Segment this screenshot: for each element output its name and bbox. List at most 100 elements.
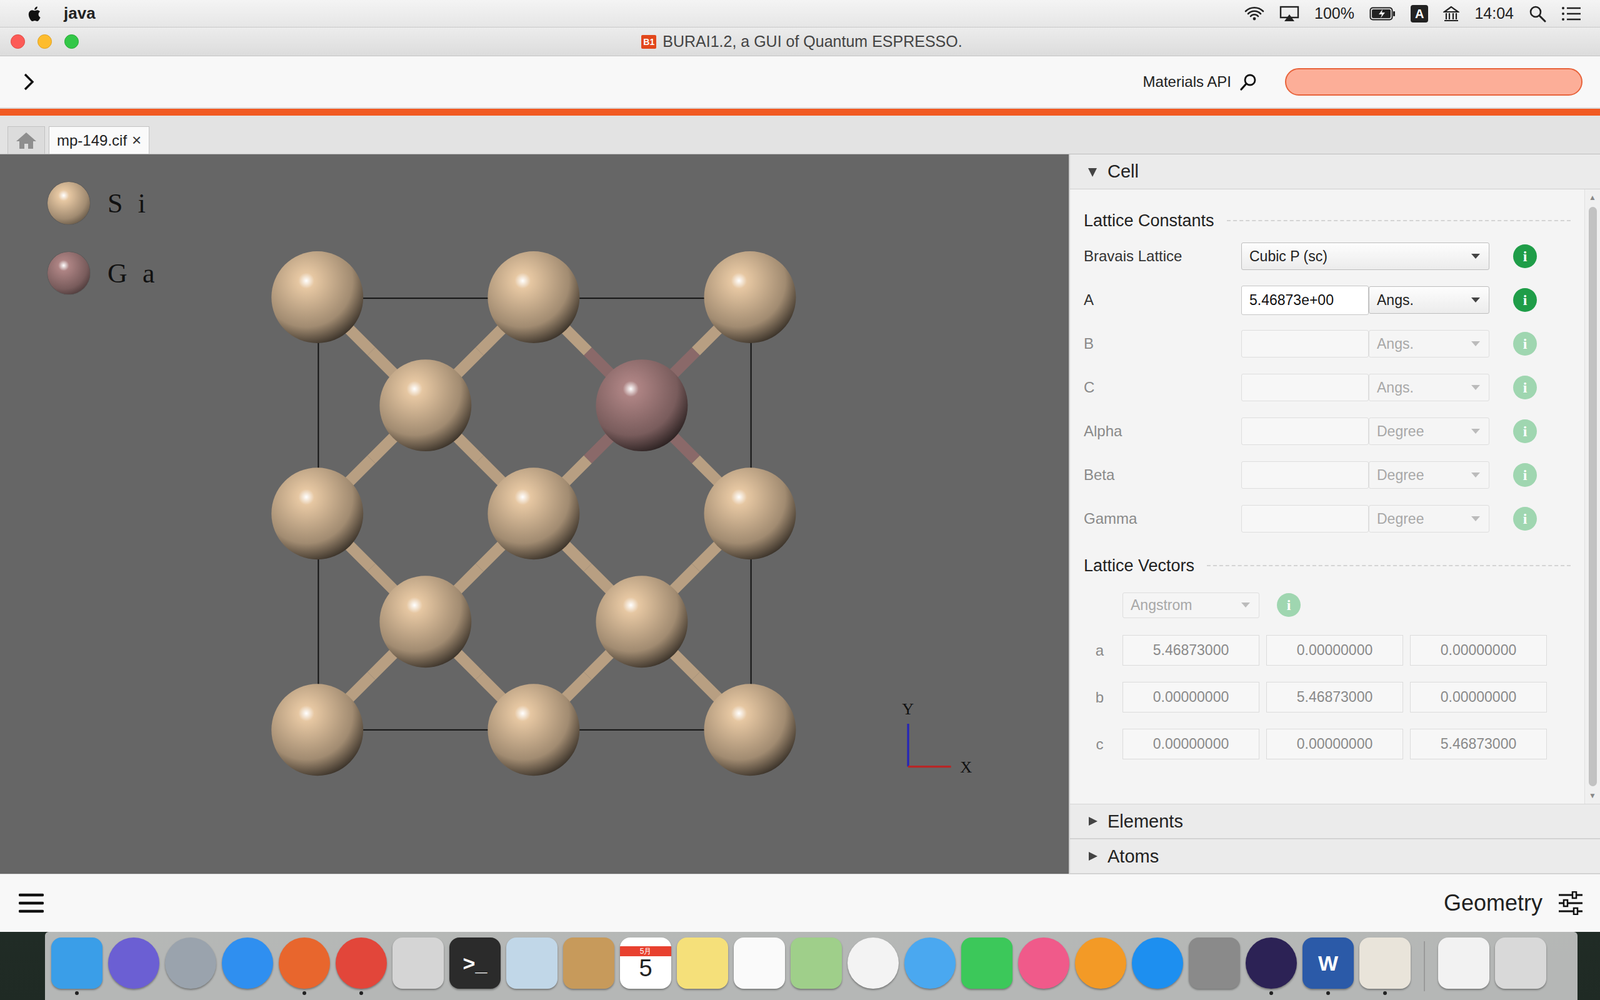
materials-search-field[interactable] xyxy=(1285,68,1583,96)
dock-item[interactable] xyxy=(278,937,330,995)
unit-dropdown[interactable]: Degree xyxy=(1368,505,1490,533)
dock-item[interactable] xyxy=(1438,937,1490,995)
app-icon[interactable] xyxy=(1359,937,1411,989)
dock-item[interactable] xyxy=(506,937,558,995)
info-icon[interactable]: i xyxy=(1513,244,1537,269)
zoom-button[interactable] xyxy=(64,34,79,49)
dock-item[interactable] xyxy=(335,937,387,995)
tab-close-button[interactable]: × xyxy=(131,130,142,150)
airplay-icon[interactable] xyxy=(1279,5,1300,22)
atom[interactable] xyxy=(487,251,580,344)
info-icon[interactable]: i xyxy=(1513,375,1537,400)
dock-item[interactable] xyxy=(1018,937,1070,995)
atom[interactable] xyxy=(595,359,688,452)
dock-item[interactable] xyxy=(165,937,217,995)
app-icon[interactable] xyxy=(961,937,1013,989)
atom[interactable] xyxy=(379,359,472,452)
scrollbar[interactable]: ▲ ▼ xyxy=(1584,189,1600,804)
collapsed-section-header[interactable]: Atoms xyxy=(1070,838,1600,874)
dock-item[interactable] xyxy=(1188,937,1240,995)
atom[interactable] xyxy=(487,467,580,560)
dock-item[interactable] xyxy=(733,937,785,995)
app-icon[interactable] xyxy=(165,937,217,989)
info-icon[interactable]: i xyxy=(1513,419,1537,444)
atom[interactable] xyxy=(271,467,364,560)
bravais-lattice-dropdown[interactable]: Cubic P (sc) xyxy=(1241,242,1490,270)
app-icon[interactable] xyxy=(1245,937,1297,989)
clock-icon[interactable] xyxy=(1443,5,1460,22)
dock-item[interactable] xyxy=(1245,937,1297,995)
clock[interactable]: 14:04 xyxy=(1474,4,1514,23)
dock-item[interactable] xyxy=(904,937,956,995)
value-field[interactable] xyxy=(1241,417,1369,445)
vector-component-field[interactable]: 0.00000000 xyxy=(1266,635,1404,666)
app-icon[interactable] xyxy=(506,937,558,989)
app-icon[interactable] xyxy=(733,937,785,989)
dock-item[interactable] xyxy=(392,937,444,995)
dock-item[interactable] xyxy=(1495,937,1547,995)
info-icon[interactable]: i xyxy=(1276,593,1301,617)
hamburger-menu-icon[interactable] xyxy=(18,892,44,914)
dock-item[interactable] xyxy=(790,937,842,995)
vector-component-field[interactable]: 0.00000000 xyxy=(1266,728,1404,760)
dock-item[interactable] xyxy=(1131,937,1184,995)
dock-item[interactable] xyxy=(108,937,160,995)
dock-item[interactable] xyxy=(676,937,729,995)
app-icon[interactable]: >_ xyxy=(449,937,501,989)
app-icon[interactable] xyxy=(1131,937,1184,989)
search-icon[interactable] xyxy=(1528,5,1547,23)
value-field[interactable]: 5.46873e+00 xyxy=(1241,285,1369,315)
unit-dropdown[interactable]: Angs. xyxy=(1368,286,1490,314)
expand-chevron-icon[interactable] xyxy=(22,72,35,92)
app-icon[interactable] xyxy=(1188,937,1240,989)
structure-viewer[interactable]: YX Si Ga xyxy=(0,154,1069,874)
wifi-icon[interactable] xyxy=(1244,6,1265,22)
unit-dropdown[interactable]: Angs. xyxy=(1368,330,1490,358)
dock-item[interactable] xyxy=(961,937,1013,995)
value-field[interactable] xyxy=(1241,505,1369,533)
atom[interactable] xyxy=(271,251,364,344)
app-icon[interactable] xyxy=(392,937,444,989)
vector-component-field[interactable]: 0.00000000 xyxy=(1410,635,1547,666)
app-icon[interactable]: W xyxy=(1302,937,1354,989)
atom[interactable] xyxy=(271,683,364,776)
unit-dropdown[interactable]: Degree xyxy=(1368,417,1490,445)
app-icon[interactable] xyxy=(904,937,956,989)
info-icon[interactable]: i xyxy=(1513,288,1537,312)
unit-dropdown[interactable]: Degree xyxy=(1368,461,1490,489)
app-icon[interactable] xyxy=(847,937,899,989)
home-tab[interactable] xyxy=(7,126,45,154)
magnifier-icon[interactable] xyxy=(1240,73,1258,91)
battery-icon[interactable] xyxy=(1369,6,1396,21)
unit-dropdown[interactable]: Angs. xyxy=(1368,373,1490,402)
input-source[interactable]: A xyxy=(1410,5,1429,23)
vector-component-field[interactable]: 0.00000000 xyxy=(1122,681,1260,713)
atom[interactable] xyxy=(704,683,797,776)
file-tab[interactable]: mp-149.cif × xyxy=(48,126,150,154)
value-field[interactable] xyxy=(1241,330,1369,358)
value-field[interactable] xyxy=(1241,373,1369,402)
vector-component-field[interactable]: 5.46873000 xyxy=(1266,681,1404,713)
vector-component-field[interactable]: 5.46873000 xyxy=(1410,728,1547,760)
scroll-thumb[interactable] xyxy=(1588,206,1597,787)
dock-item[interactable] xyxy=(847,937,899,995)
value-field[interactable] xyxy=(1241,461,1369,489)
app-icon[interactable] xyxy=(1075,937,1127,989)
vector-unit-dropdown[interactable]: Angstrom xyxy=(1122,592,1260,619)
app-icon[interactable] xyxy=(108,937,160,989)
cell-section-header[interactable]: Cell xyxy=(1070,154,1600,190)
info-icon[interactable]: i xyxy=(1513,463,1537,487)
app-icon[interactable] xyxy=(278,937,330,989)
vector-component-field[interactable]: 5.46873000 xyxy=(1122,635,1260,666)
app-icon[interactable]: 5月 5 xyxy=(620,937,672,989)
atom[interactable] xyxy=(595,575,688,668)
close-button[interactable] xyxy=(10,34,25,49)
apple-icon[interactable] xyxy=(26,5,42,23)
app-icon[interactable] xyxy=(51,937,103,989)
vector-component-field[interactable]: 0.00000000 xyxy=(1122,728,1260,760)
atom[interactable] xyxy=(487,683,580,776)
settings-sliders-icon[interactable] xyxy=(1557,891,1584,915)
app-icon[interactable] xyxy=(335,937,387,989)
info-icon[interactable]: i xyxy=(1513,506,1537,531)
dock-item[interactable]: >_ xyxy=(449,937,501,995)
